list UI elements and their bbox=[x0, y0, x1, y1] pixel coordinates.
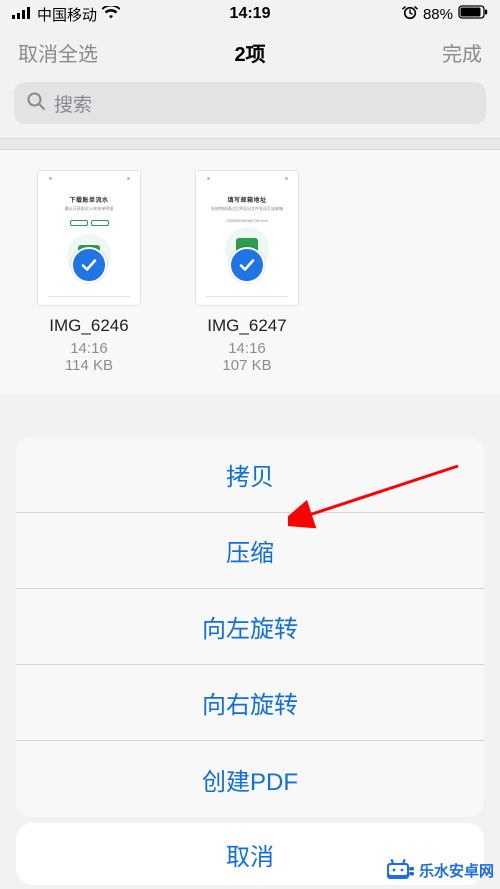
file-time: 14:16 bbox=[228, 340, 266, 357]
search-input[interactable]: 搜索 bbox=[14, 82, 486, 124]
file-time: 14:16 bbox=[70, 340, 108, 357]
alarm-icon bbox=[402, 4, 418, 24]
selection-check-icon bbox=[229, 247, 265, 283]
cancel-label: 取消 bbox=[226, 837, 274, 872]
watermark-icon bbox=[385, 857, 415, 883]
search-icon bbox=[26, 91, 46, 116]
file-name: IMG_6247 bbox=[207, 316, 286, 336]
watermark-text: 乐水安卓网 bbox=[419, 860, 494, 881]
action-label: 拷贝 bbox=[226, 457, 274, 492]
deselect-all-button[interactable]: 取消全选 bbox=[18, 38, 98, 67]
selection-check-icon bbox=[71, 247, 107, 283]
action-label: 创建PDF bbox=[202, 762, 298, 797]
search-placeholder: 搜索 bbox=[54, 90, 92, 117]
file-size: 107 KB bbox=[222, 357, 271, 374]
action-create-pdf[interactable]: 创建PDF bbox=[16, 741, 484, 817]
carrier-label: 中国移动 bbox=[37, 4, 97, 25]
watermark: 乐水安卓网 bbox=[385, 857, 494, 883]
file-name: IMG_6246 bbox=[49, 316, 128, 336]
action-sheet: 拷贝 压缩 向左旋转 向右旋转 创建PDF bbox=[16, 437, 484, 817]
battery-percent: 88% bbox=[423, 6, 453, 23]
action-compress[interactable]: 压缩 bbox=[16, 513, 484, 589]
section-divider bbox=[0, 138, 500, 150]
done-button[interactable]: 完成 bbox=[442, 38, 482, 67]
screen: 中国移动 14:19 88% 取消全选 2项 完成 搜索 bbox=[0, 0, 500, 889]
action-copy[interactable]: 拷贝 bbox=[16, 437, 484, 513]
file-thumbnail: 下载账单流水 最长可获取近10年账单明细 bbox=[37, 170, 141, 306]
action-rotate-right[interactable]: 向右旋转 bbox=[16, 665, 484, 741]
nav-bar: 取消全选 2项 完成 bbox=[0, 28, 500, 76]
status-bar: 中国移动 14:19 88% bbox=[0, 0, 500, 28]
page-title: 2项 bbox=[234, 38, 265, 67]
file-size: 114 KB bbox=[65, 357, 113, 374]
status-time: 14:19 bbox=[230, 5, 271, 23]
wifi-icon bbox=[102, 6, 120, 23]
file-item[interactable]: 下载账单流水 最长可获取近10年账单明细 IMG_6246 14:16 114 … bbox=[24, 170, 154, 374]
file-thumbnail: 填写邮箱地址 系统审核通过后将导出文件发送至该邮箱 1300000000@139… bbox=[195, 170, 299, 306]
action-label: 压缩 bbox=[226, 533, 274, 568]
file-item[interactable]: 填写邮箱地址 系统审核通过后将导出文件发送至该邮箱 1300000000@139… bbox=[182, 170, 312, 374]
signal-icon bbox=[12, 6, 32, 23]
action-label: 向左旋转 bbox=[202, 609, 298, 644]
files-grid: 下载账单流水 最长可获取近10年账单明细 IMG_6246 14:16 114 … bbox=[0, 150, 500, 394]
action-label: 向右旋转 bbox=[202, 685, 298, 720]
action-rotate-left[interactable]: 向左旋转 bbox=[16, 589, 484, 665]
battery-icon bbox=[458, 5, 488, 23]
search-wrap: 搜索 bbox=[0, 76, 500, 138]
